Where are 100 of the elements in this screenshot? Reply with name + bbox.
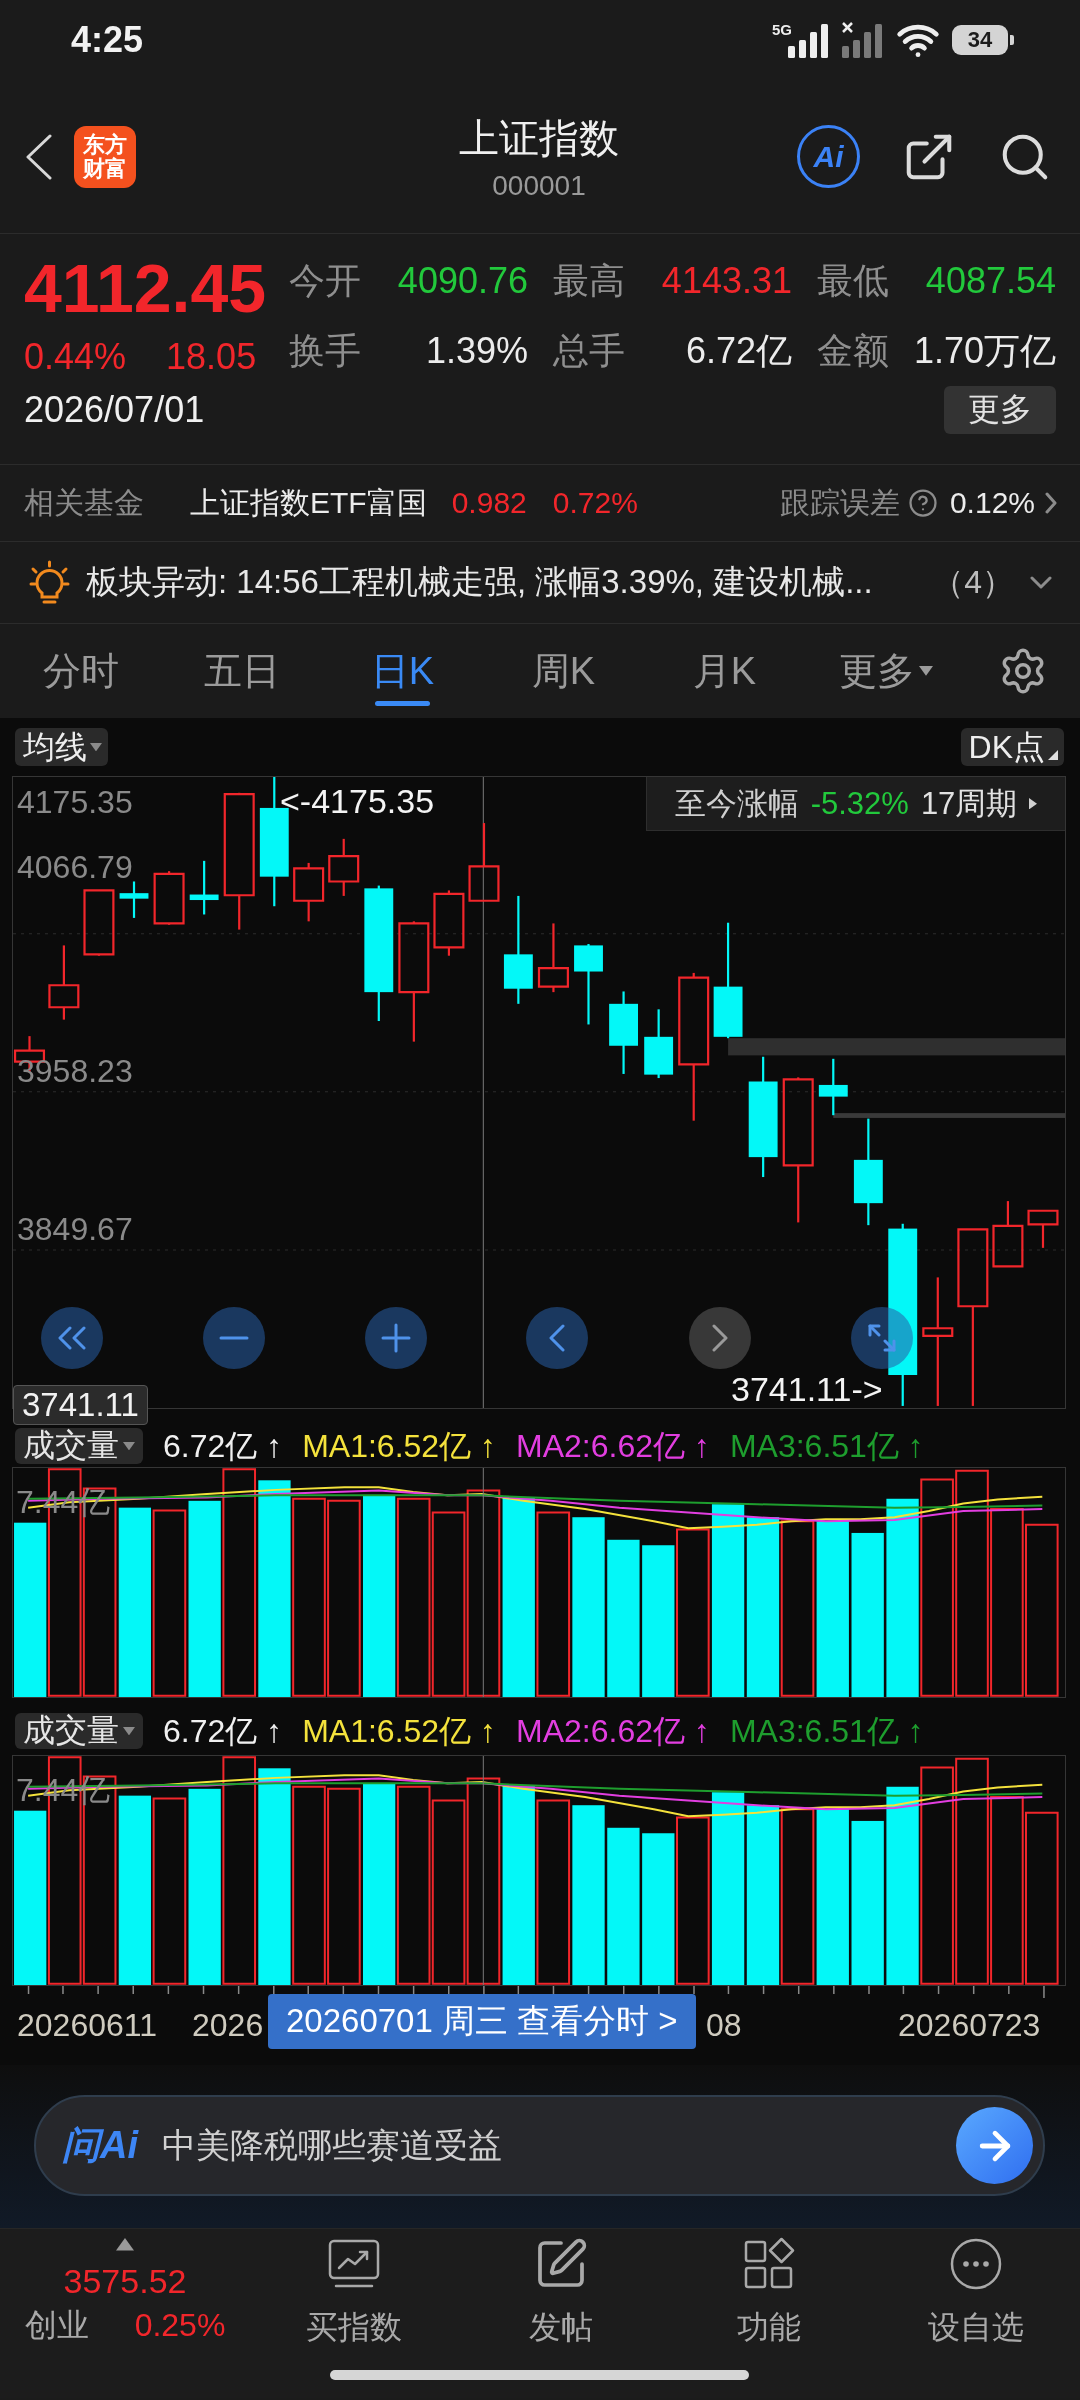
indicator-dropdown[interactable]: 均线 [15,728,108,766]
candlestick [189,860,219,915]
candlestick [644,1009,674,1079]
fund-price: 0.982 [451,486,527,520]
indicator-selector[interactable]: 成交量 [15,1713,143,1749]
fund-name[interactable]: 上证指数ETF富国 [190,482,427,524]
change-amount: 18.05 [166,335,257,379]
chart-period-tab[interactable]: 更多 [805,624,966,718]
battery-indicator: 34 [952,25,1014,55]
stat-value: 4143.31 [661,260,792,302]
tracking-error-value: 0.12% [949,486,1035,520]
caret-down-icon [918,666,933,676]
caret-down-icon [90,742,102,752]
axis-date-label: 20260611 [17,2007,157,2043]
sector-alert-text[interactable]: 板块异动: 14:56工程机械走强, 涨幅3.39%, 建设机械... [86,560,933,605]
indicator-selector[interactable]: 成交量 [15,1428,143,1464]
stat-label: 最高 [553,258,625,303]
lightbulb-icon [29,559,70,606]
candlestick [293,862,325,922]
index-code: 000001 [492,170,586,202]
moving-average-value: MA2:6.62亿 ↑ [516,1713,710,1749]
stat-value: 1.70万亿 [913,328,1056,373]
view-intraday-button[interactable]: 20260701 周三 查看分时 > [268,1994,696,2049]
ask-ai-field[interactable]: 问Ai 中美降税哪些赛道受益 [34,2095,1045,2196]
index-ticker-change: 0.25% [134,2305,226,2345]
chevron-right-icon[interactable] [1045,492,1057,514]
axis-date-label: 20260723 [898,2007,1041,2043]
change-percent: 0.44% [24,335,127,379]
moving-average-value: MA3:6.51亿 ↑ [729,1428,924,1464]
more-button[interactable]: 更多 [944,386,1056,434]
period-change-box[interactable]: 至今涨幅 -5.32% 17周期 [646,777,1065,831]
crosshair-price-tag: 3741.11 [13,1385,148,1425]
question-input[interactable]: 中美降税哪些赛道受益 [162,2115,932,2176]
chart-period-tab[interactable]: 分时 [0,624,161,718]
caret-down-icon [123,1726,135,1736]
stat-label: 最低 [817,258,889,303]
candlestick [83,889,115,956]
price-axis-label: 4066.79 [17,850,133,884]
candlestick [992,1201,1024,1268]
chevron-down-icon[interactable] [1030,576,1052,589]
nav-item[interactable]: 功能 [665,2229,873,2398]
caret-right-icon [1029,797,1038,810]
price-axis-label: 4175.35 [17,785,133,819]
dk-point-button[interactable]: DK点 [960,728,1064,766]
stat-value: 4090.76 [397,260,528,302]
index-ticker-name: 创业 [24,2305,89,2345]
corner-triangle-icon [1048,750,1058,760]
axis-date-label: 2026 [192,2007,264,2043]
nav-item[interactable]: 设自选 [872,2229,1080,2398]
candlestick [328,838,360,896]
chevron-right-icon [712,1324,728,1352]
price-axis-label: 3958.23 [17,1054,133,1088]
expand-arrows-icon [868,1324,896,1352]
fund-change: 0.72% [552,486,638,520]
nav-item[interactable]: 买指数 [250,2229,458,2398]
plus-icon [381,1323,411,1353]
minus-icon [219,1336,249,1340]
high-price-marker: <-4175.35 [280,783,435,819]
ai-logo: 问Ai [62,2123,138,2168]
index-ticker-price[interactable]: 3575.52 [63,2260,187,2301]
quote-date: 2026/07/01 [24,389,205,431]
stat-label: 金额 [817,328,889,373]
app-logo: 东方财富 [74,125,136,188]
chart-period-tab[interactable]: 五日 [161,624,322,718]
volume-value: 6.72亿 ↑ [163,1713,283,1749]
no-signal-icon [842,22,884,58]
back-icon[interactable] [26,133,52,180]
status-time: 4:25 [71,19,144,61]
moving-average-value: MA1:6.52亿 ↑ [302,1428,497,1464]
tracking-error-label: 跟踪误差 [779,484,900,521]
volume-value: 6.72亿 ↑ [163,1428,283,1464]
candlestick [153,871,185,925]
candlestick [119,881,149,918]
chart-period-tab[interactable]: 日K [322,624,483,718]
network-type: 5G [772,22,792,37]
send-button[interactable] [956,2107,1033,2184]
index-price: 4112.45 [24,250,268,326]
alert-count: （4） [932,562,1014,602]
stat-label: 换手 [289,328,361,373]
stat-label: 总手 [553,328,625,373]
caret-up-icon [116,2238,134,2251]
candlestick [818,1058,848,1116]
page-title: 上证指数 [459,115,619,162]
moving-average-value: MA2:6.62亿 ↑ [516,1428,710,1464]
moving-average-value: MA3:6.51亿 ↑ [729,1713,924,1749]
moving-average-value: MA1:6.52亿 ↑ [302,1713,497,1749]
candlestick [1027,1209,1059,1248]
help-icon[interactable] [907,488,938,518]
fund-section-label: 相关基金 [24,484,144,521]
ai-button[interactable]: Ai [797,125,860,188]
chevron-left-icon [549,1324,565,1352]
stat-value: 4087.54 [925,260,1056,302]
price-axis-label: 3849.67 [17,1212,133,1246]
low-price-marker: 3741.11-> [731,1371,883,1407]
stat-value: 1.39% [425,330,528,372]
nav-item[interactable]: 发帖 [457,2229,665,2398]
chart-period-tab[interactable]: 月K [644,624,805,718]
chart-period-tab[interactable]: 周K [483,624,644,718]
axis-date-label: 08 [706,2007,742,2043]
candlestick [433,890,465,956]
